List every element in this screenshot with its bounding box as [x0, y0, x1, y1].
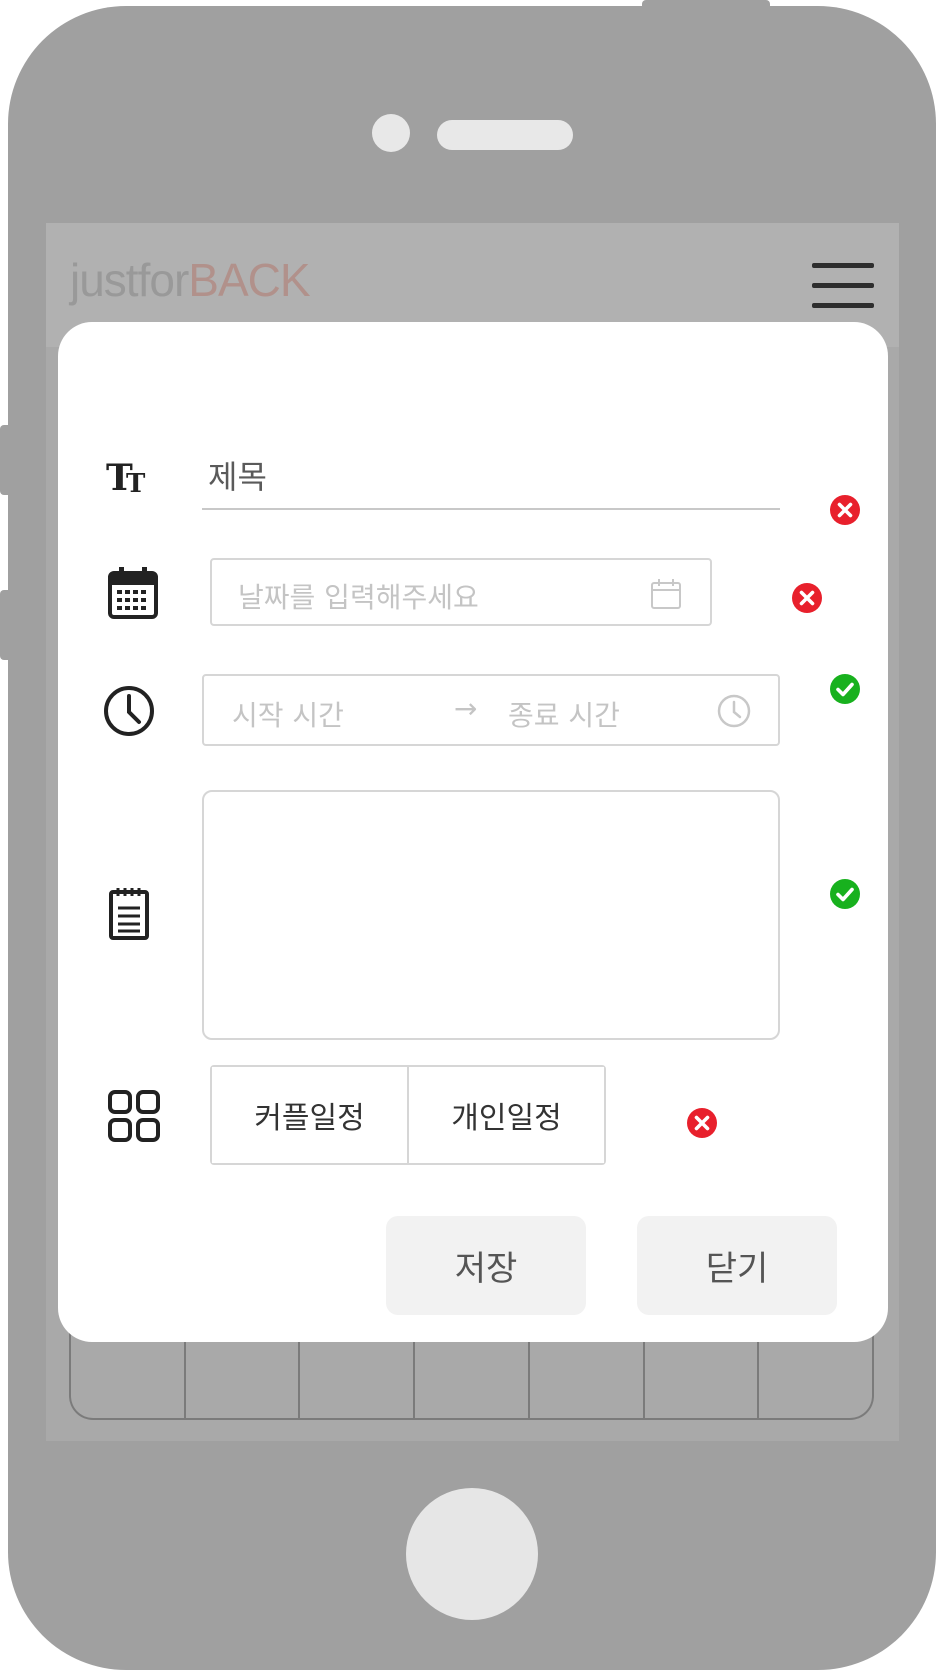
memo-textarea[interactable]: [202, 790, 780, 1040]
personal-schedule-button[interactable]: 개인일정: [407, 1067, 604, 1163]
end-time-placeholder[interactable]: 종료 시간: [508, 694, 620, 734]
title-input[interactable]: [204, 452, 782, 502]
close-button[interactable]: 닫기: [637, 1216, 837, 1315]
time-valid-check-icon: [830, 674, 860, 704]
memo-valid-check-icon: [830, 879, 860, 909]
date-error-icon: [792, 583, 822, 613]
clock-outline-icon: [717, 694, 751, 728]
time-range-field[interactable]: 시작 시간 → 종료 시간: [202, 674, 780, 746]
calendar-icon: [108, 567, 158, 619]
phone-camera: [372, 114, 410, 152]
time-range-arrow: →: [454, 692, 478, 725]
phone-home-button[interactable]: [406, 1488, 538, 1620]
phone-speaker: [437, 120, 573, 150]
date-placeholder: 날짜를 입력해주세요: [238, 581, 479, 614]
title-error-icon: [830, 495, 860, 525]
save-button[interactable]: 저장: [386, 1216, 586, 1315]
calendar-outline-icon: [651, 579, 681, 609]
svg-text:T: T: [126, 469, 146, 496]
date-picker-field[interactable]: 날짜를 입력해주세요: [210, 558, 712, 626]
start-time-placeholder[interactable]: 시작 시간: [232, 694, 344, 734]
schedule-type-toggle: 커플일정 개인일정: [210, 1065, 606, 1165]
clock-icon: [104, 686, 154, 736]
couple-schedule-button[interactable]: 커플일정: [212, 1067, 407, 1163]
notepad-icon: [109, 888, 149, 940]
type-error-icon: [687, 1108, 717, 1138]
text-size-icon: T T: [106, 457, 146, 496]
title-field: [202, 452, 782, 510]
grid-category-icon: [108, 1090, 160, 1142]
